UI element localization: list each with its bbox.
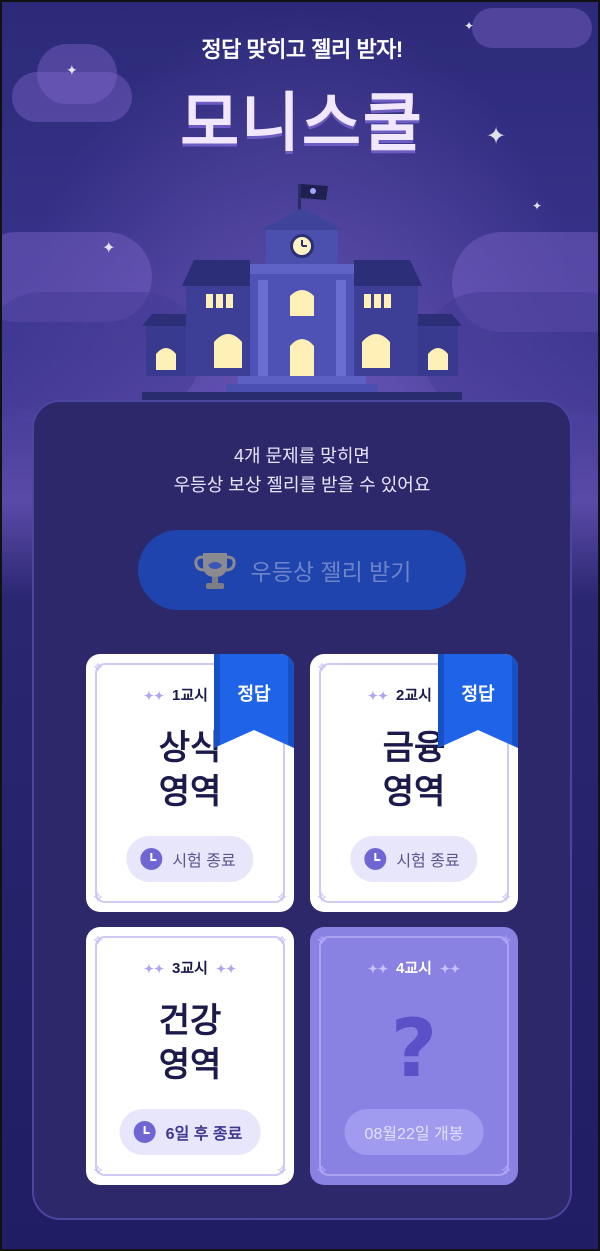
subject-title: 건강 영역 xyxy=(86,999,294,1087)
period-text: 2교시 xyxy=(396,687,432,704)
corner-ornament-icon: ✧ xyxy=(500,1163,512,1179)
sparkle-icon: ✦✦ xyxy=(439,962,461,976)
corner-ornament-icon: ✧ xyxy=(316,933,328,949)
subject-line: 영역 xyxy=(158,773,222,811)
corner-ornament-icon: ✧ xyxy=(316,1163,328,1179)
period-card-2[interactable]: ✧ ✧ ✧ ✦✦2교시✦✦ 금융 영역 시험 종료 정답 xyxy=(310,654,518,912)
school-illustration xyxy=(142,184,462,402)
corner-ornament-icon: ✧ xyxy=(500,890,512,906)
status-pill: 시험 종료 xyxy=(126,836,254,882)
corner-ornament-icon: ✧ xyxy=(92,933,104,949)
reward-description-line: 우등상 보상 젤리를 받을 수 있어요 xyxy=(173,475,431,495)
clock-icon xyxy=(140,848,163,870)
period-text: 1교시 xyxy=(172,687,208,704)
corner-ornament-icon: ✧ xyxy=(316,890,328,906)
claim-jelly-label: 우등상 젤리 받기 xyxy=(250,559,412,585)
corner-ornament-icon: ✧ xyxy=(92,660,104,676)
sparkle-icon: ✦ xyxy=(102,238,116,257)
sparkle-icon: ✦ xyxy=(532,199,543,213)
period-card-4[interactable]: ✧ ✧ ✧ ✧ ✦✦ 4교시 ✦✦ ? 08월22일 개봉 xyxy=(310,927,518,1185)
status-text: 6일 후 종료 xyxy=(165,1126,243,1143)
corner-ornament-icon: ✧ xyxy=(276,933,288,949)
reward-description: 4개 문제를 맞히면 우등상 보상 젤리를 받을 수 있어요 xyxy=(2,442,598,500)
status-text: 시험 종료 xyxy=(396,853,460,870)
subject-line: 영역 xyxy=(382,773,446,811)
period-label: ✦✦ 4교시 ✦✦ xyxy=(310,957,518,978)
period-text: 4교시 xyxy=(396,960,432,977)
corner-ornament-icon: ✧ xyxy=(92,1163,104,1179)
sparkle-icon: ✦✦ xyxy=(143,962,165,976)
sparkle-icon: ✦✦ xyxy=(367,962,389,976)
corner-ornament-icon: ✧ xyxy=(92,890,104,906)
question-mark-icon: ? xyxy=(390,1002,438,1095)
subject-line: 건강 xyxy=(158,1002,222,1040)
sparkle-icon: ✦✦ xyxy=(215,962,237,976)
reward-description-line: 4개 문제를 맞히면 xyxy=(234,446,370,466)
corner-ornament-icon: ✧ xyxy=(276,1163,288,1179)
corner-ornament-icon: ✧ xyxy=(316,660,328,676)
correct-badge: 정답 xyxy=(237,684,271,704)
status-pill: 시험 종료 xyxy=(350,836,478,882)
page-title: 모니스쿨 xyxy=(180,86,424,161)
period-text: 3교시 xyxy=(172,960,208,977)
correct-badge: 정답 xyxy=(461,684,495,704)
period-card-1[interactable]: ✧ ✧ ✧ ✦✦1교시✦✦ 상식 영역 시험 종료 정답 xyxy=(86,654,294,912)
subject-line: 영역 xyxy=(158,1046,222,1084)
clock-icon xyxy=(133,1121,156,1143)
trophy-icon xyxy=(193,553,236,589)
sparkle-icon: ✦ xyxy=(464,19,475,33)
status-pill: 6일 후 종료 xyxy=(119,1109,261,1155)
corner-ornament-icon: ✧ xyxy=(500,933,512,949)
corner-ornament-icon: ✧ xyxy=(276,890,288,906)
period-card-3[interactable]: ✧ ✧ ✧ ✧ ✦✦ 3교시 ✦✦ 건강 영역 6일 후 종료 xyxy=(86,927,294,1185)
status-text: 시험 종료 xyxy=(172,853,236,870)
screen: ✦ ✦ ✦ ✦ ✦ 정답 맞히고 젤리 받자! 모니스쿨 4개 문제를 맞히면 … xyxy=(0,0,600,1251)
sparkle-icon: ✦✦ xyxy=(143,689,165,703)
clock-icon xyxy=(364,848,387,870)
status-text: 08월22일 개봉 xyxy=(364,1126,464,1143)
promo-subtitle: 정답 맞히고 젤리 받자! xyxy=(201,37,403,62)
claim-jelly-button[interactable]: 우등상 젤리 받기 xyxy=(138,530,466,610)
period-label: ✦✦ 3교시 ✦✦ xyxy=(86,957,294,978)
sparkle-icon: ✦✦ xyxy=(367,689,389,703)
status-pill: 08월22일 개봉 xyxy=(344,1109,484,1155)
